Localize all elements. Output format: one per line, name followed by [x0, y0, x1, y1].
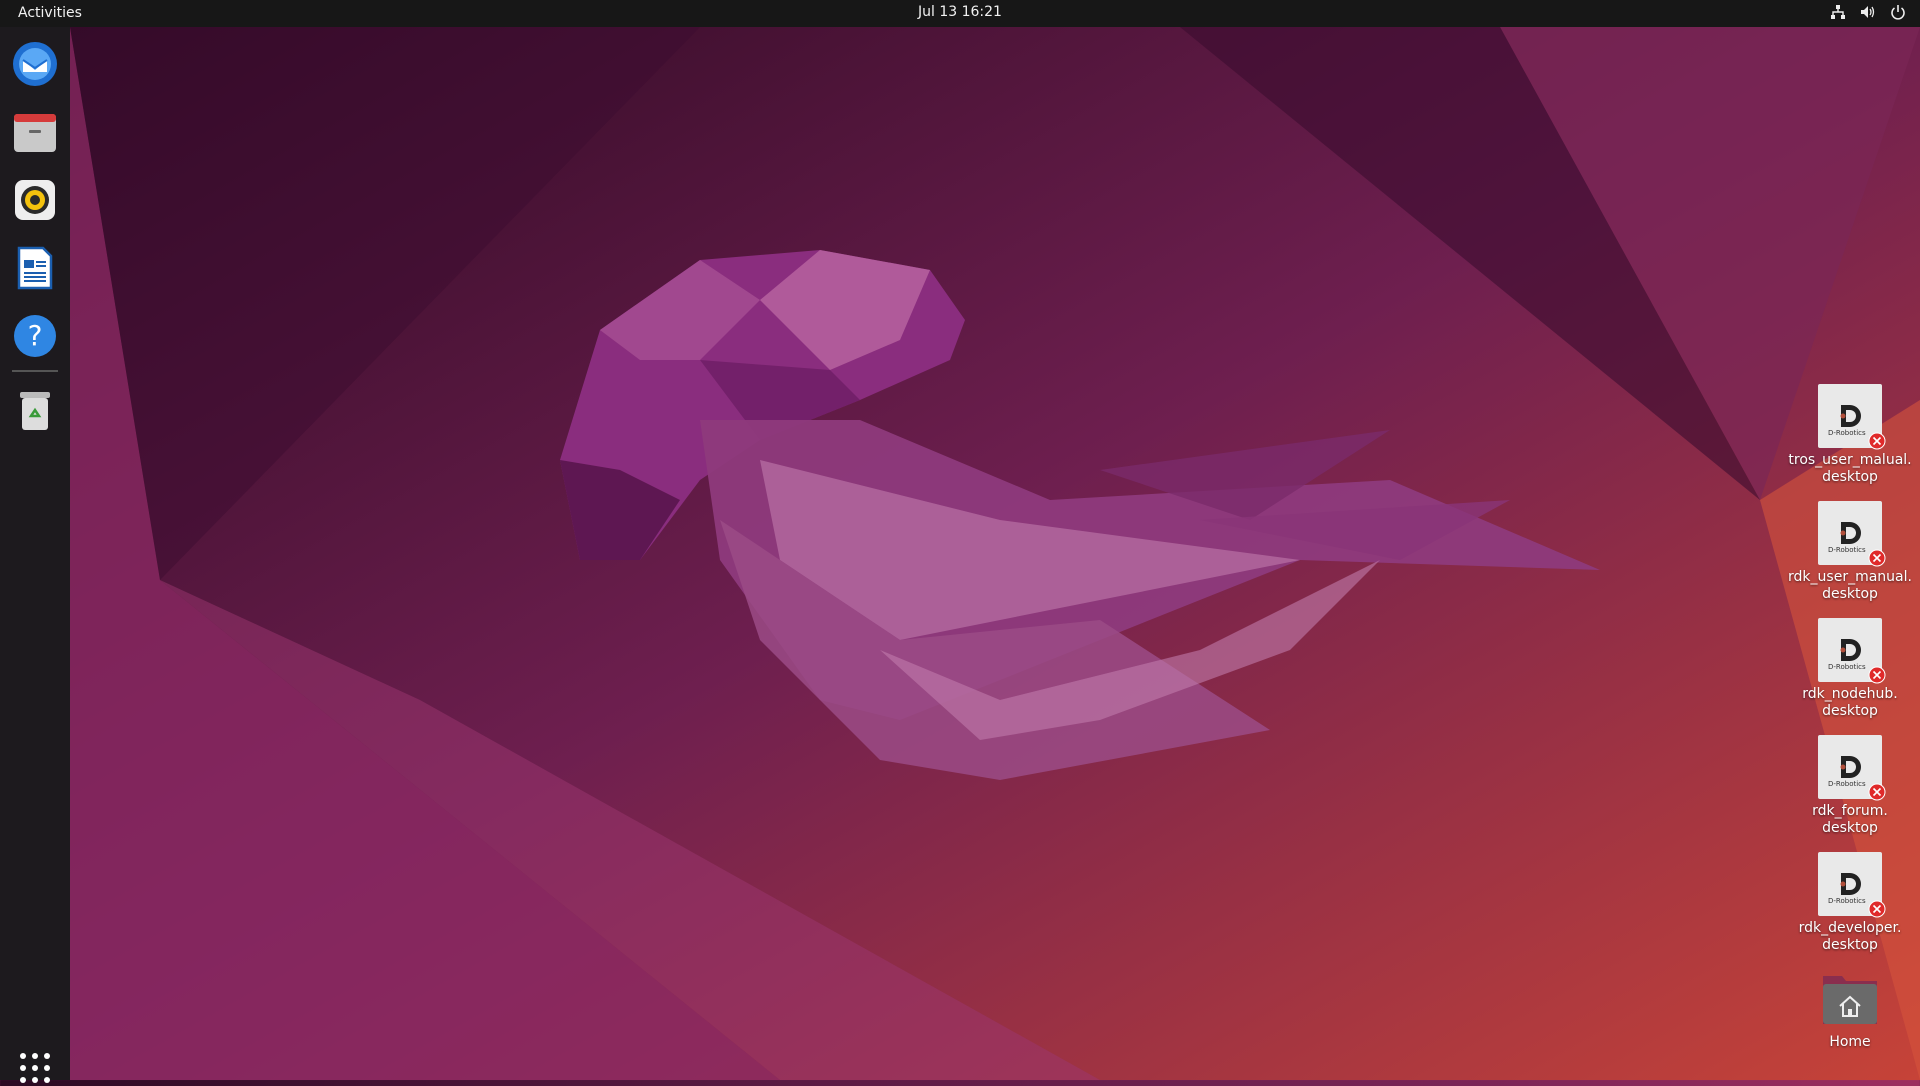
logo-text: D-Robotics — [1828, 897, 1866, 905]
files-launcher[interactable] — [11, 108, 59, 156]
desktop-icon-label: rdk_user_manual. — [1788, 569, 1912, 585]
desktop-icon-label: desktop — [1822, 586, 1878, 602]
help-icon: ? — [14, 315, 56, 357]
clock-area: Jul 13 16:21 — [0, 4, 1920, 20]
desktop-file-thumbnail: D-Robotics — [1818, 618, 1886, 684]
broken-link-badge-icon — [1868, 783, 1886, 801]
desktop-icon-label: rdk_forum. — [1812, 803, 1888, 819]
logo-text: D-Robotics — [1828, 546, 1866, 554]
system-tray[interactable] — [1830, 4, 1906, 20]
help-launcher[interactable]: ? — [11, 312, 59, 360]
rhythmbox-icon — [15, 180, 55, 220]
files-icon — [14, 114, 56, 152]
broken-link-badge-icon — [1868, 900, 1886, 918]
trash-launcher[interactable] — [11, 386, 59, 434]
svg-text:?: ? — [28, 319, 43, 352]
desktop-icon-label: desktop — [1822, 820, 1878, 836]
home-folder-icon — [1823, 976, 1877, 1024]
logo-text: D-Robotics — [1828, 780, 1866, 788]
dock-separator — [12, 370, 58, 372]
writer-icon — [17, 246, 53, 290]
desktop-icon-label: tros_user_malual. — [1788, 452, 1912, 468]
trash-icon — [20, 392, 50, 430]
broken-link-badge-icon — [1868, 432, 1886, 450]
wallpaper — [0, 0, 1920, 1080]
desktop-icon-label: desktop — [1822, 703, 1878, 719]
desktop-icon[interactable]: D-Robotics rdk_user_manual. desktop — [1780, 501, 1920, 603]
desktop-file-thumbnail: D-Robotics — [1818, 852, 1886, 918]
desktop-icon-label: desktop — [1822, 469, 1878, 485]
desktop-icon-label: rdk_developer. — [1798, 920, 1902, 936]
desktop-icon[interactable]: D-Robotics tros_user_malual. desktop — [1780, 384, 1920, 486]
date-time-clock[interactable]: Jul 13 16:21 — [918, 4, 1002, 20]
thunderbird-icon — [13, 42, 57, 86]
thunderbird-launcher[interactable] — [11, 40, 59, 88]
desktop-icon[interactable]: D-Robotics rdk_forum. desktop — [1780, 735, 1920, 837]
top-bar: Activities Jul 13 16:21 — [0, 0, 1920, 27]
activities-button[interactable]: Activities — [18, 5, 82, 21]
desktop-icon[interactable]: D-Robotics rdk_developer. desktop — [1780, 852, 1920, 954]
logo-text: D-Robotics — [1828, 429, 1866, 437]
volume-icon[interactable] — [1860, 4, 1876, 20]
desktop-file-thumbnail: D-Robotics — [1818, 384, 1886, 450]
broken-link-badge-icon — [1868, 666, 1886, 684]
home-folder-icon-item[interactable]: Home — [1780, 970, 1920, 1051]
desktop-file-thumbnail: D-Robotics — [1818, 501, 1886, 567]
desktop-icon-label: desktop — [1822, 937, 1878, 953]
desktop-icon[interactable]: D-Robotics rdk_nodehub. desktop — [1780, 618, 1920, 720]
dock: ? — [0, 27, 70, 1083]
app-grid-icon[interactable] — [17, 1050, 53, 1086]
broken-link-badge-icon — [1868, 549, 1886, 567]
network-icon[interactable] — [1830, 4, 1846, 20]
desktop-file-thumbnail: D-Robotics — [1818, 735, 1886, 801]
rhythmbox-launcher[interactable] — [11, 176, 59, 224]
logo-text: D-Robotics — [1828, 663, 1866, 671]
desktop-icon-label: Home — [1829, 1034, 1871, 1050]
desktop-icon-label: rdk_nodehub. — [1802, 686, 1898, 702]
power-icon[interactable] — [1890, 4, 1906, 20]
writer-launcher[interactable] — [11, 244, 59, 292]
